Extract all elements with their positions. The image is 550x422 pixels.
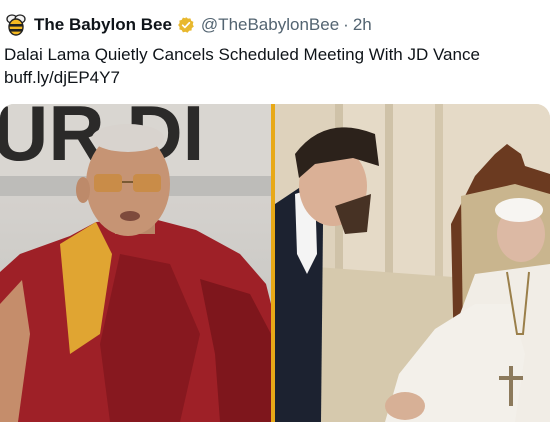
bee-icon[interactable] <box>4 13 28 37</box>
tweet-link[interactable]: buff.ly/djEP4Y7 <box>4 66 544 89</box>
tweet-text: Dalai Lama Quietly Cancels Scheduled Mee… <box>4 43 544 89</box>
tweet-media[interactable]: UR DI <box>0 104 550 422</box>
photo-dalai-lama[interactable]: UR DI <box>0 104 271 422</box>
tweet-header: The Babylon Bee @TheBabylonBee · 2h <box>4 12 372 38</box>
tweet-timestamp[interactable]: 2h <box>353 15 372 35</box>
account-name[interactable]: The Babylon Bee <box>34 15 172 35</box>
account-handle[interactable]: @TheBabylonBee <box>201 15 339 35</box>
verified-badge-icon <box>177 16 195 34</box>
photo-vance-pope[interactable] <box>275 104 550 422</box>
tweet-body: Dalai Lama Quietly Cancels Scheduled Mee… <box>4 45 480 64</box>
separator-dot: · <box>343 15 349 34</box>
